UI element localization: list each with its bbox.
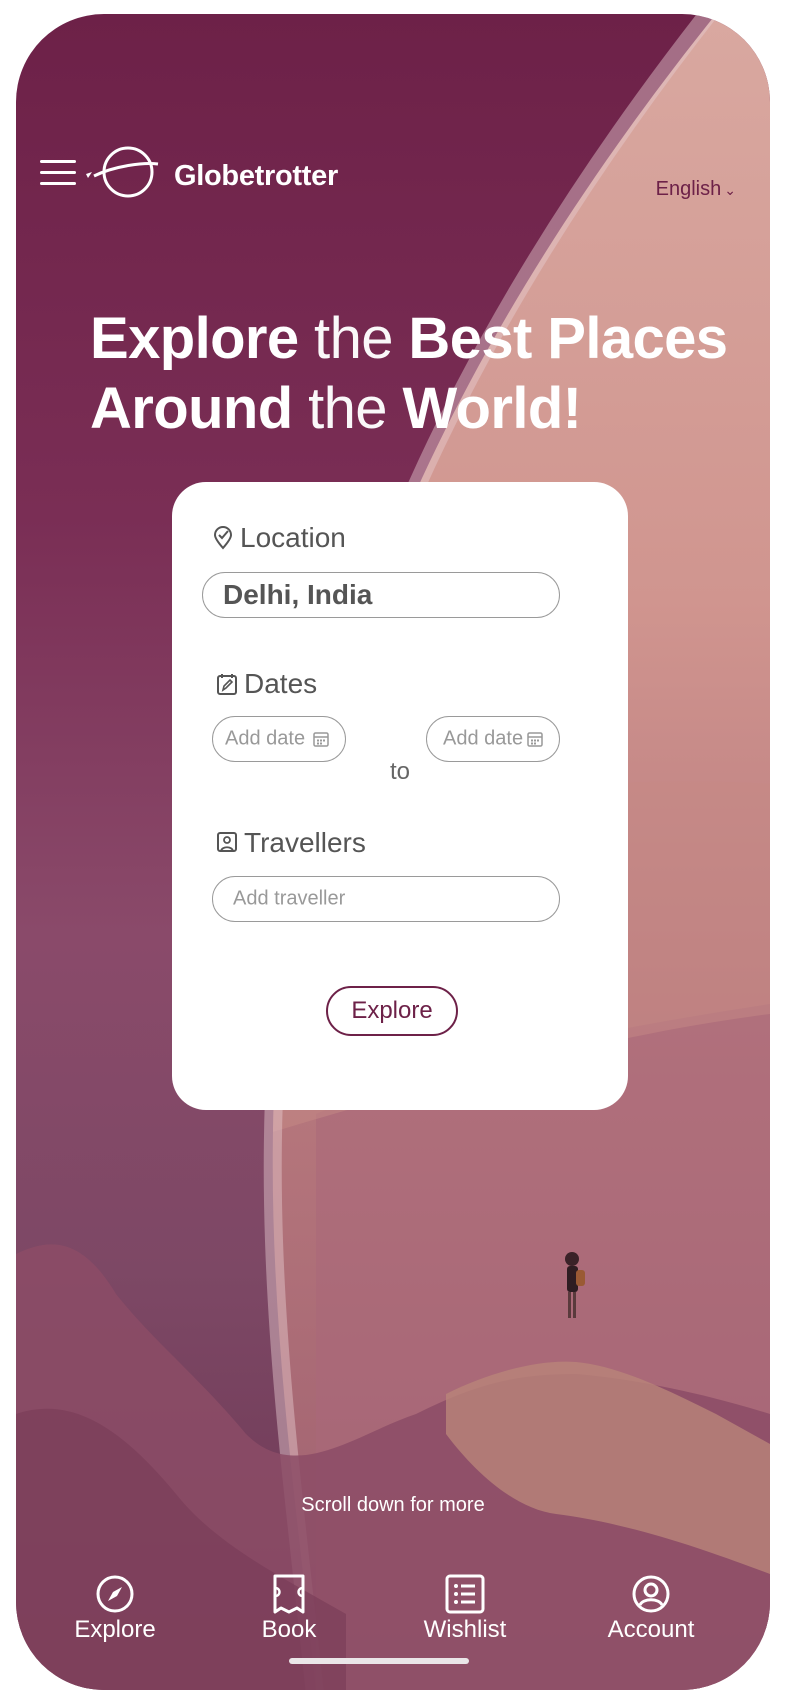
hero-word: the: [292, 376, 403, 441]
travellers-label: Travellers: [216, 827, 366, 859]
hero-word: World!: [402, 376, 582, 441]
nav-account[interactable]: Account: [576, 1574, 726, 1644]
home-indicator[interactable]: [289, 1658, 469, 1664]
location-label-text: Location: [240, 522, 346, 553]
app-screen: Globetrotter English ⌄ Explore the Best P…: [16, 14, 770, 1690]
user-circle-icon: [632, 1575, 670, 1613]
ticket-icon: [273, 1574, 305, 1614]
nav-book-label: Book: [261, 1616, 317, 1643]
compass-icon: [96, 1575, 134, 1613]
traveller-badge-icon: [217, 832, 237, 852]
language-selector[interactable]: English ⌄: [656, 178, 736, 201]
hamburger-menu-icon[interactable]: [40, 160, 76, 186]
hero-word: the: [298, 306, 409, 371]
hero-word: Best Places: [408, 306, 728, 371]
search-card: Location Delhi, India Dates Add date to: [172, 482, 628, 1110]
dates-label-text: Dates: [244, 668, 318, 699]
calendar-icon: [527, 732, 543, 747]
date-from-input[interactable]: Add date: [212, 716, 346, 762]
hero-headline: Explore the Best Places Around the World…: [90, 304, 730, 444]
nav-explore[interactable]: Explore: [40, 1574, 190, 1644]
scroll-hint: Scroll down for more: [301, 1494, 485, 1516]
location-value: Delhi, India: [223, 579, 373, 610]
list-icon: [445, 1574, 485, 1614]
brand-name: Globetrotter: [174, 160, 338, 192]
dates-label: Dates: [216, 668, 317, 700]
date-separator: to: [390, 758, 411, 785]
explore-button[interactable]: Explore: [326, 986, 458, 1036]
hero-word: Around: [90, 376, 293, 441]
nav-book[interactable]: Book: [214, 1574, 364, 1644]
travellers-label-text: Travellers: [244, 827, 366, 858]
nav-wishlist-label: Wishlist: [423, 1616, 507, 1643]
travellers-input[interactable]: Add traveller: [212, 876, 560, 922]
top-bar: Globetrotter English ⌄: [40, 134, 746, 204]
calendar-icon: [313, 732, 329, 747]
date-to-placeholder: Add date: [443, 727, 524, 750]
location-pin-icon: [213, 526, 233, 550]
travellers-placeholder: Add traveller: [233, 887, 346, 910]
date-to-input[interactable]: Add date: [426, 716, 560, 762]
location-label: Location: [212, 522, 346, 554]
bottom-navigation: Explore Book Wishlist Account: [16, 1574, 770, 1664]
chevron-down-icon: ⌄: [724, 182, 736, 198]
hero-word: Explore: [90, 306, 299, 371]
location-input[interactable]: Delhi, India: [202, 572, 560, 618]
globe-logo-icon: [86, 146, 159, 198]
nav-wishlist[interactable]: Wishlist: [390, 1574, 540, 1644]
language-label: English: [655, 178, 722, 200]
date-from-placeholder: Add date: [225, 727, 306, 750]
nav-explore-label: Explore: [74, 1616, 156, 1643]
calendar-edit-icon: [217, 674, 237, 695]
nav-account-label: Account: [607, 1616, 695, 1643]
